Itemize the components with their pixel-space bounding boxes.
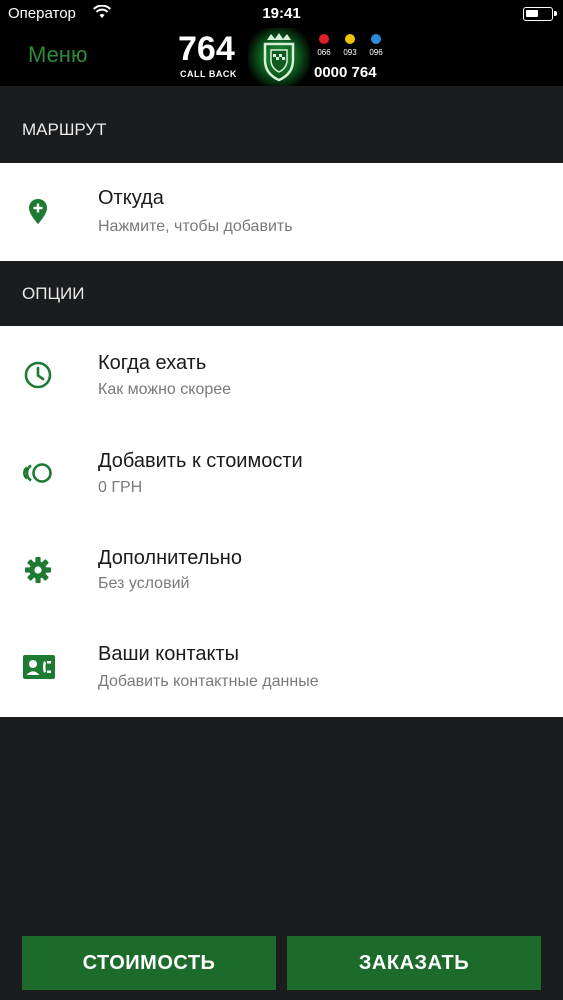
- clock-time: 19:41: [262, 5, 301, 22]
- route-card: Откуда Нажмите, чтобы добавить: [0, 163, 563, 261]
- option-additional-row[interactable]: Дополнительно Без условий: [0, 522, 563, 620]
- option-contacts-title: Ваши контакты: [98, 643, 239, 665]
- operator-code: 093: [343, 48, 357, 57]
- operator-vodafone: 066: [314, 34, 334, 57]
- option-contacts-subtitle: Добавить контактные данные: [98, 673, 319, 690]
- logo-phone: 0000 764: [314, 64, 377, 81]
- option-additional-subtitle: Без условий: [98, 575, 190, 592]
- operator-dot: [345, 34, 355, 44]
- option-add-cost-subtitle: 0 ГРН: [98, 479, 143, 496]
- operator-lifecell: 093: [340, 34, 360, 57]
- clock-icon: [22, 359, 54, 391]
- route-from-row[interactable]: Откуда Нажмите, чтобы добавить: [0, 163, 563, 261]
- option-additional-title: Дополнительно: [98, 547, 242, 569]
- route-from-title: Откуда: [98, 187, 164, 209]
- order-button[interactable]: ЗАКАЗАТЬ: [287, 936, 541, 990]
- taxi-logo: 764 CALL BACK 066 093 096 0000 764: [172, 28, 391, 86]
- option-add-cost-row[interactable]: Добавить к стоимости 0 ГРН: [0, 424, 563, 522]
- operator-code: 096: [369, 48, 383, 57]
- map-pin-add-icon: [22, 196, 54, 228]
- crest-icon: [248, 28, 310, 86]
- option-when-subtitle: Как можно скорее: [98, 381, 232, 398]
- cost-button[interactable]: СТОИМОСТЬ: [22, 936, 276, 990]
- operator-kyivstar: 096: [366, 34, 386, 57]
- gear-icon: [22, 554, 54, 586]
- status-bar: Оператор 19:41: [0, 0, 563, 28]
- logo-callback: CALL BACK: [180, 69, 237, 79]
- section-header-options: ОПЦИИ: [0, 261, 563, 326]
- menu-button[interactable]: Меню: [28, 42, 87, 68]
- battery-icon: [523, 7, 557, 21]
- contact-card-icon: [22, 651, 55, 683]
- option-when-title: Когда ехать: [98, 352, 207, 374]
- route-from-subtitle: Нажмите, чтобы добавить: [98, 218, 293, 235]
- coins-icon: [22, 457, 54, 489]
- nav-bar: Меню 764 CALL BACK 066 093 096 0000 764: [0, 28, 563, 86]
- operator-dot: [319, 34, 329, 44]
- operator-code: 066: [317, 48, 331, 57]
- option-contacts-row[interactable]: Ваши контакты Добавить контактные данные: [0, 620, 563, 718]
- logo-number: 764: [178, 30, 235, 68]
- option-add-cost-title: Добавить к стоимости: [98, 450, 303, 472]
- section-header-route: МАРШРУТ: [0, 86, 563, 163]
- operator-dot: [371, 34, 381, 44]
- option-when-row[interactable]: Когда ехать Как можно скорее: [0, 326, 563, 424]
- options-card: Когда ехать Как можно скорее Добавить к …: [0, 326, 563, 717]
